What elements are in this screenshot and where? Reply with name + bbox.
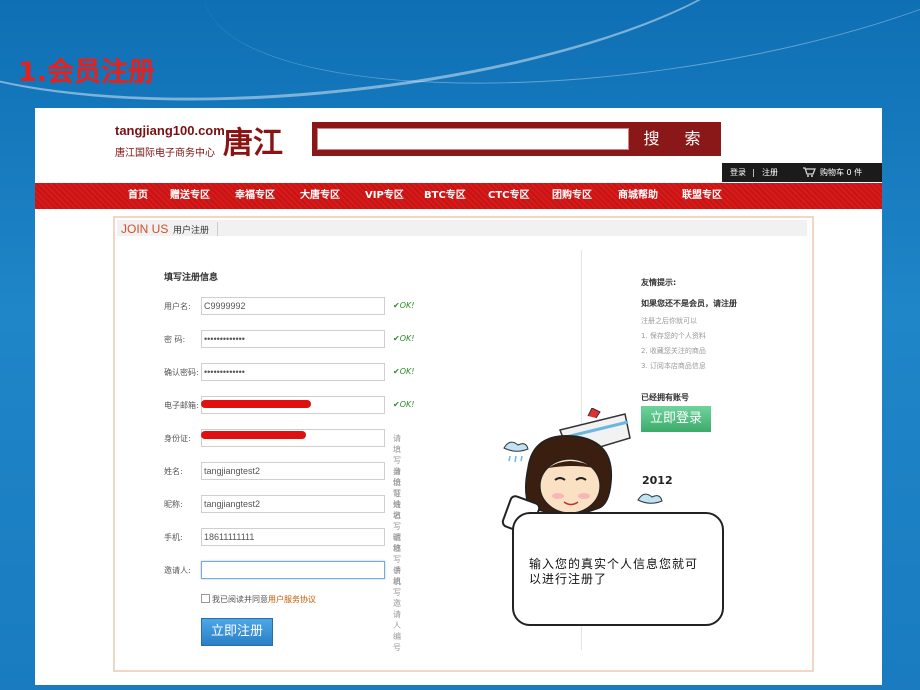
nav-item-home[interactable]: 首页: [128, 183, 148, 209]
cart-icon[interactable]: [802, 163, 816, 185]
logo-subtitle: 唐江国际电子商务中心: [115, 148, 215, 159]
ok-status: ✔OK!: [393, 301, 415, 310]
main-nav: 首页 赠送专区 幸福专区 大唐专区 VIP专区 BTC专区 CTC专区 团购专区…: [35, 183, 882, 209]
user-toolbar: 登录 | 注册 购物车 0 件: [722, 163, 882, 182]
field-label: 姓名:: [164, 467, 183, 476]
login-link[interactable]: 登录: [730, 163, 746, 182]
redaction-scribble: [201, 400, 311, 408]
confirm-password-input[interactable]: •••••••••••••: [201, 363, 385, 381]
panel-tab-bar: JOIN US 用户注册: [117, 220, 807, 236]
field-label: 用户名:: [164, 302, 191, 311]
website-screenshot: tangjiang100.com 唐江国际电子商务中心 唐江 搜 索 登录 | …: [35, 108, 882, 685]
nav-item-gift[interactable]: 赠送专区: [170, 183, 210, 209]
tips-line: 3. 订阅本店商品信息: [641, 362, 706, 370]
nav-item-vip[interactable]: VIP专区: [365, 183, 404, 209]
logo-domain[interactable]: tangjiang100.com: [115, 123, 225, 138]
toolbar-separator: |: [752, 168, 755, 177]
mobile-input[interactable]: 18611111111: [201, 528, 385, 546]
name-input[interactable]: tangjiangtest2: [201, 462, 385, 480]
slide-title: 1.会员注册: [18, 57, 156, 88]
search-input[interactable]: [317, 128, 629, 150]
redaction-scribble: [201, 431, 306, 439]
tab-divider: [217, 222, 218, 236]
nav-item-happiness[interactable]: 幸福专区: [235, 183, 275, 209]
register-link[interactable]: 注册: [762, 163, 778, 182]
search-bar: 搜 索: [312, 122, 721, 156]
field-label: 确认密码:: [164, 368, 199, 377]
ok-status: ✔OK!: [393, 367, 415, 376]
field-label: 电子邮箱:: [164, 401, 199, 410]
field-label: 邀请人:: [164, 566, 191, 575]
tips-title: 友情提示:: [641, 278, 677, 287]
nav-item-alliance[interactable]: 联盟专区: [682, 183, 722, 209]
nav-item-help[interactable]: 商城帮助: [618, 183, 658, 209]
have-account-label: 已经拥有账号: [641, 393, 689, 402]
tips-line: 1. 保存您的个人资料: [641, 332, 706, 340]
tab-title-en: JOIN US: [121, 222, 169, 236]
year-tag: 2012: [642, 474, 673, 487]
speech-bubble-text: 输入您的真实个人信息您就可以进行注册了: [529, 557, 699, 586]
ok-status: ✔OK!: [393, 334, 415, 343]
cloud-icon: [637, 493, 663, 504]
nav-item-ctc[interactable]: CTC专区: [488, 183, 530, 209]
agreement-checkbox[interactable]: [201, 594, 210, 603]
cloud-icon: [503, 441, 529, 463]
register-submit-button[interactable]: 立即注册: [201, 618, 273, 646]
nickname-input[interactable]: tangjiangtest2: [201, 495, 385, 513]
password-input[interactable]: •••••••••••••: [201, 330, 385, 348]
username-input[interactable]: C9999992: [201, 297, 385, 315]
nav-item-datang[interactable]: 大唐专区: [300, 183, 340, 209]
service-agreement-link[interactable]: 用户服务协议: [268, 595, 316, 604]
form-title: 填写注册信息: [164, 273, 219, 283]
agreement-row: 我已阅读并同意用户服务协议: [201, 594, 316, 605]
field-label: 密 码:: [164, 335, 186, 344]
girl-face-icon: [525, 435, 613, 516]
tab-title-cn: 用户注册: [173, 226, 210, 236]
field-label: 身份证:: [164, 434, 191, 443]
ok-status: ✔OK!: [393, 400, 415, 409]
field-label: 昵称:: [164, 500, 183, 509]
nav-item-groupbuy[interactable]: 团购专区: [552, 183, 592, 209]
field-label: 手机:: [164, 533, 183, 542]
field-hint: 请填写邀请人编号: [393, 566, 401, 652]
tips-line: 注册之后你就可以: [641, 317, 697, 325]
tips-headline: 如果您还不是会员，请注册: [641, 299, 737, 308]
inviter-input[interactable]: [201, 561, 385, 579]
cart-count[interactable]: 购物车 0 件: [820, 163, 862, 182]
nav-item-btc[interactable]: BTC专区: [424, 183, 466, 209]
search-button[interactable]: 搜 索: [637, 126, 717, 152]
agreement-text: 我已阅读并同意: [212, 595, 268, 604]
tips-line: 2. 收藏您关注的商品: [641, 347, 706, 355]
logo-mark[interactable]: 唐江: [223, 118, 283, 162]
